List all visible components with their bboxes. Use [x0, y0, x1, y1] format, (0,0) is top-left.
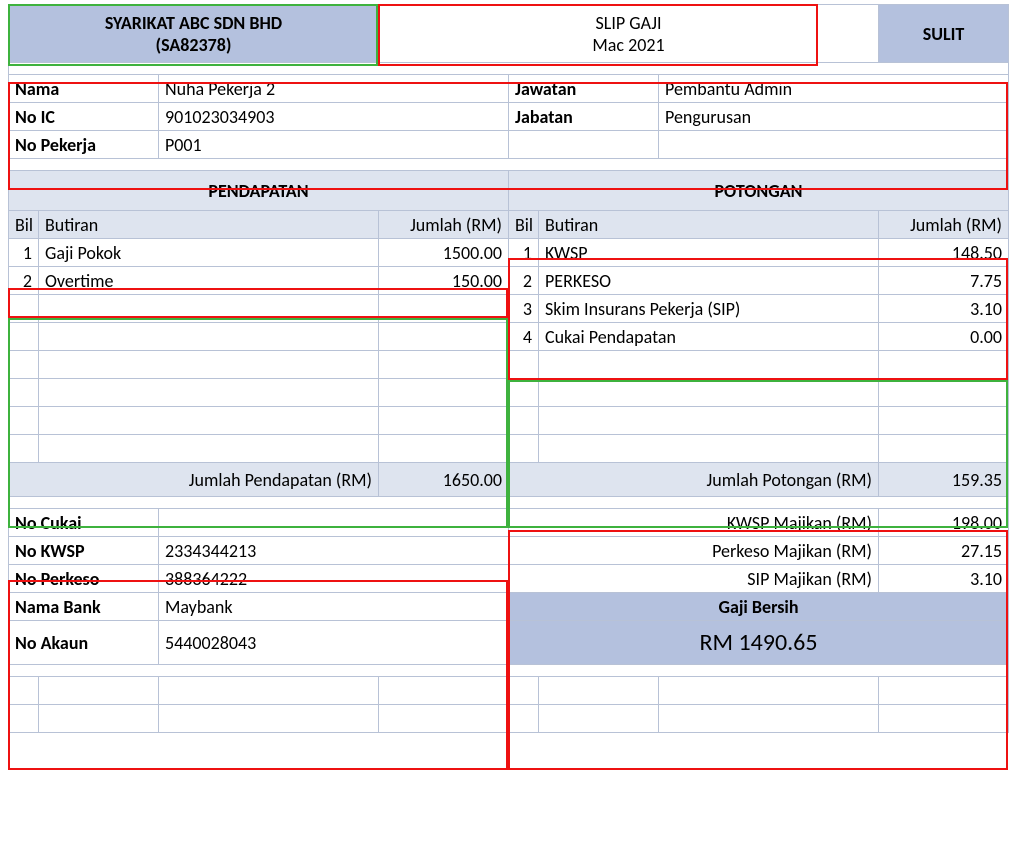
slip-period: Mac 2021: [385, 34, 872, 56]
company-reg: (SA82378): [15, 34, 372, 56]
payslip-sheet: SYARIKAT ABC SDN BHD (SA82378) SLIP GAJI…: [0, 0, 1016, 850]
value-nama-bank: Maybank: [159, 593, 509, 621]
d-bil-2: 2: [509, 267, 539, 295]
d-jum-1: 148.50: [879, 239, 1009, 267]
d-jum-3: 3.10: [879, 295, 1009, 323]
label-no-cukai: No Cukai: [9, 509, 159, 537]
net-amount: RM 1490.65: [509, 621, 1009, 665]
d-bil-4: 4: [509, 323, 539, 351]
d-but-1: KWSP: [539, 239, 879, 267]
value-kwsp-majikan: 198.00: [879, 509, 1009, 537]
col-bil-r: Bil: [509, 211, 539, 239]
label-no-pekerja: No Pekerja: [9, 131, 159, 159]
d-jum-2: 7.75: [879, 267, 1009, 295]
confidential-cell: SULIT: [879, 5, 1009, 63]
p-bil-2: 2: [9, 267, 39, 295]
value-nama: Nuha Pekerja 2: [159, 75, 509, 103]
label-jawatan: Jawatan: [509, 75, 659, 103]
d-bil-3: 3: [509, 295, 539, 323]
value-no-kwsp: 2334344213: [159, 537, 509, 565]
slip-title: SLIP GAJI: [385, 12, 872, 34]
payslip-table: SYARIKAT ABC SDN BHD (SA82378) SLIP GAJI…: [8, 4, 1009, 733]
value-sip-majikan: 3.10: [879, 565, 1009, 593]
col-jumlah-r: Jumlah (RM): [879, 211, 1009, 239]
value-no-akaun: 5440028043: [159, 621, 509, 665]
p-jum-1: 1500.00: [379, 239, 509, 267]
net-label: Gaji Bersih: [509, 593, 1009, 621]
value-no-ic: 901023034903: [159, 103, 509, 131]
value-jawatan: Pembantu Admin: [659, 75, 1009, 103]
total-potongan: 159.35: [879, 463, 1009, 497]
label-no-ic: No IC: [9, 103, 159, 131]
d-jum-4: 0.00: [879, 323, 1009, 351]
company-name: SYARIKAT ABC SDN BHD: [15, 12, 372, 34]
total-pendapatan-label: Jumlah Pendapatan (RM): [9, 463, 379, 497]
value-no-pekerja: P001: [159, 131, 509, 159]
total-potongan-label: Jumlah Potongan (RM): [509, 463, 879, 497]
header-pendapatan: PENDAPATAN: [9, 171, 509, 211]
label-jabatan: Jabatan: [509, 103, 659, 131]
value-no-cukai: [159, 509, 509, 537]
col-butiran-l: Butiran: [39, 211, 379, 239]
header-potongan: POTONGAN: [509, 171, 1009, 211]
value-jabatan: Pengurusan: [659, 103, 1009, 131]
d-but-4: Cukai Pendapatan: [539, 323, 879, 351]
total-pendapatan: 1650.00: [379, 463, 509, 497]
label-no-kwsp: No KWSP: [9, 537, 159, 565]
p-jum-2: 150.00: [379, 267, 509, 295]
slip-title-cell: SLIP GAJI Mac 2021: [379, 5, 879, 63]
label-nama: Nama: [9, 75, 159, 103]
p-but-2: Overtime: [39, 267, 379, 295]
company-name-cell: SYARIKAT ABC SDN BHD (SA82378): [9, 5, 379, 63]
col-jumlah-l: Jumlah (RM): [379, 211, 509, 239]
d-but-3: Skim Insurans Pekerja (SIP): [539, 295, 879, 323]
d-bil-1: 1: [509, 239, 539, 267]
value-perkeso-majikan: 27.15: [879, 537, 1009, 565]
label-no-perkeso: No Perkeso: [9, 565, 159, 593]
value-no-perkeso: 388364222: [159, 565, 509, 593]
label-nama-bank: Nama Bank: [9, 593, 159, 621]
label-no-akaun: No Akaun: [9, 621, 159, 665]
col-bil-l: Bil: [9, 211, 39, 239]
p-but-1: Gaji Pokok: [39, 239, 379, 267]
label-sip-majikan: SIP Majikan (RM): [509, 565, 879, 593]
d-but-2: PERKESO: [539, 267, 879, 295]
p-bil-1: 1: [9, 239, 39, 267]
col-butiran-r: Butiran: [539, 211, 879, 239]
label-perkeso-majikan: Perkeso Majikan (RM): [509, 537, 879, 565]
label-kwsp-majikan: KWSP Majikan (RM): [509, 509, 879, 537]
